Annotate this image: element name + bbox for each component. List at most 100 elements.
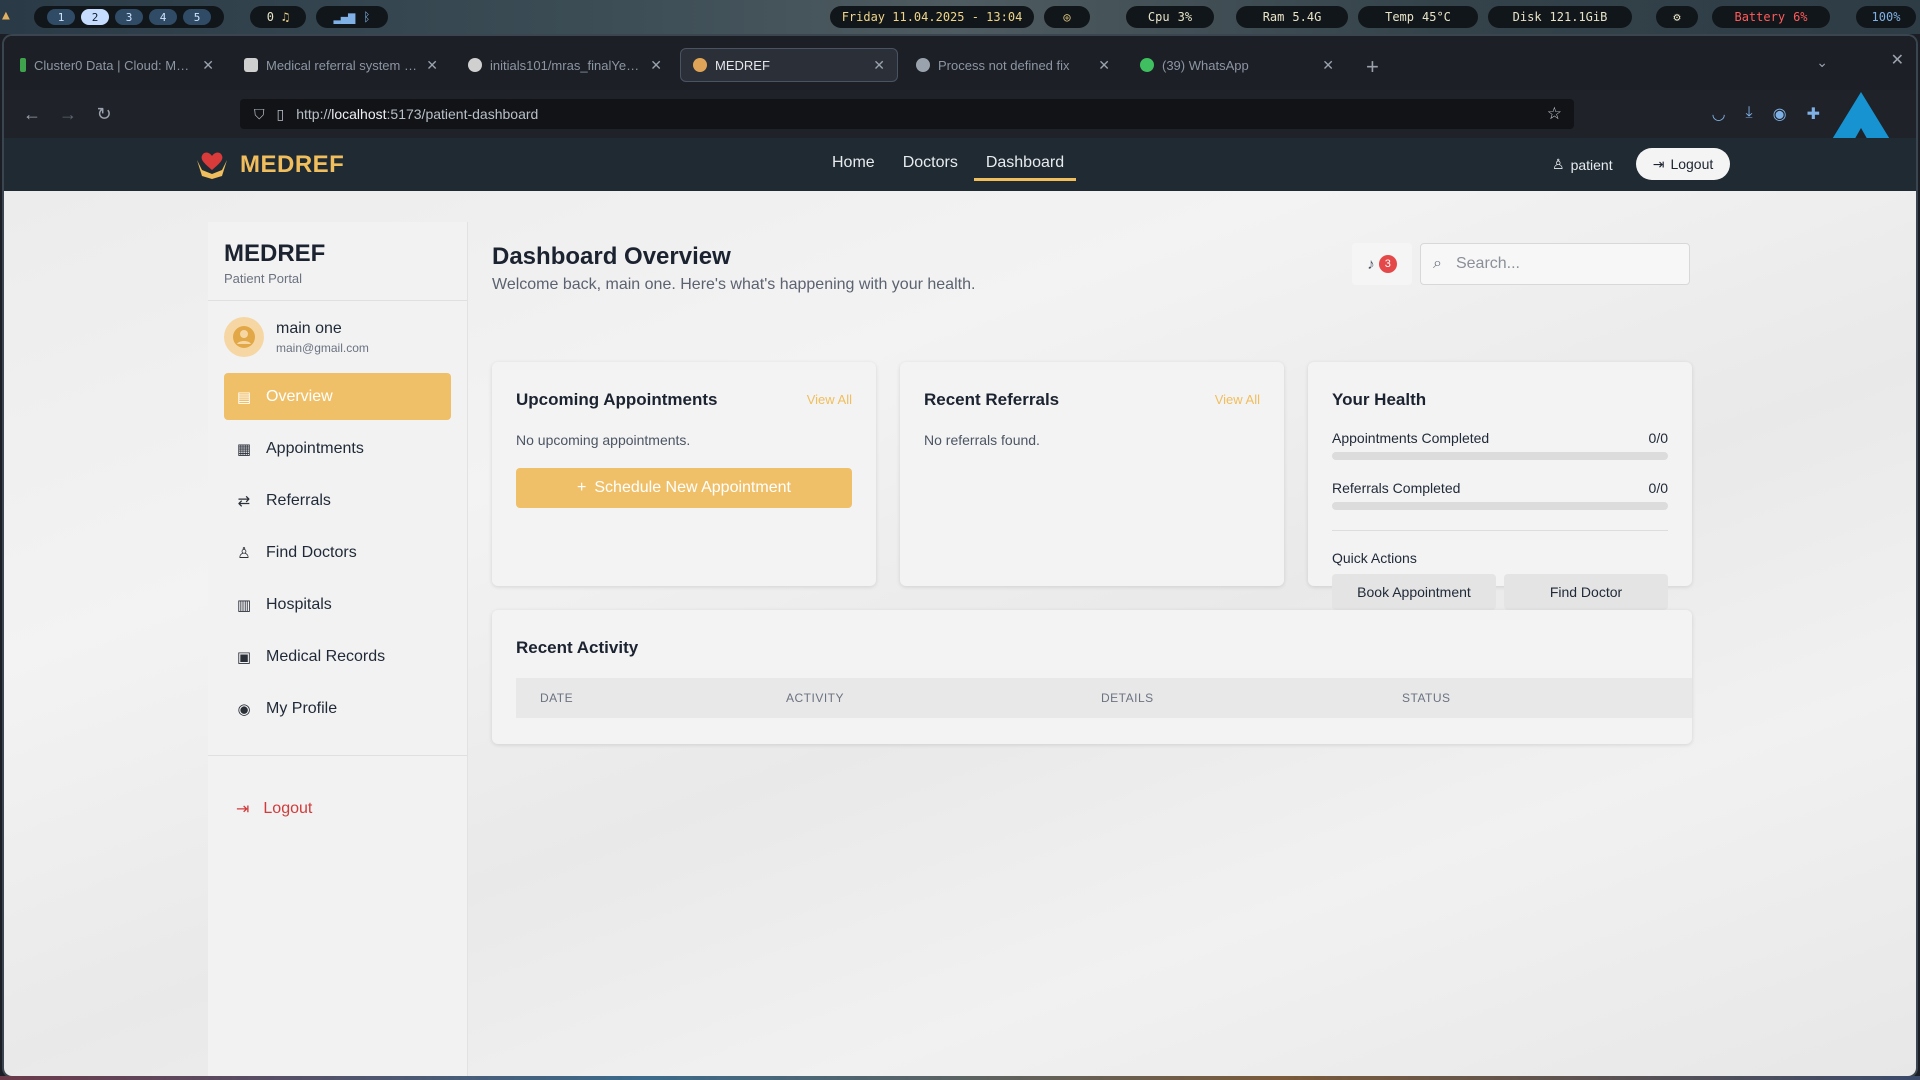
column-header-date[interactable]: DATE xyxy=(540,691,573,705)
sidebar-title: MEDREF xyxy=(224,240,326,267)
recent-referrals-card: Recent Referrals View All No referrals f… xyxy=(900,362,1284,586)
column-header-status[interactable]: STATUS xyxy=(1402,691,1451,705)
sign-out-icon: ⇥ xyxy=(236,800,250,818)
workspace-1[interactable]: 1 xyxy=(47,9,75,25)
search-input[interactable] xyxy=(1455,255,1656,273)
sidebar-item-label: Medical Records xyxy=(266,647,386,665)
bell-icon: ♪ xyxy=(1367,255,1375,273)
cpu-indicator: Cpu 3% xyxy=(1126,6,1214,28)
progress-bar xyxy=(1332,452,1668,460)
close-icon[interactable]: ✕ xyxy=(426,57,438,74)
datetime-text: Friday 11.04.2025 - 13:04 xyxy=(841,10,1023,24)
app-header: MEDREF Home Doctors Dashboard ♙ patient … xyxy=(4,138,1916,191)
sidebar-item-label: Appointments xyxy=(266,439,364,457)
volume-value: 100% xyxy=(1871,10,1901,24)
clock[interactable]: Friday 11.04.2025 - 13:04 xyxy=(830,6,1034,28)
sidebar-item-hospitals[interactable]: ▥ Hospitals xyxy=(224,581,451,628)
appointments-view-all-link[interactable]: View All xyxy=(807,392,852,407)
sidebar-item-my-profile[interactable]: ◉ My Profile xyxy=(224,685,451,732)
sidebar-item-find-doctors[interactable]: ♙ Find Doctors xyxy=(224,529,451,576)
sidebar-item-appointments[interactable]: ▦ Appointments xyxy=(224,425,451,472)
sidebar-item-overview[interactable]: ▤ Overview xyxy=(224,373,451,420)
pocket-icon[interactable]: ◡ xyxy=(1712,104,1726,124)
close-icon[interactable]: ✕ xyxy=(202,57,214,74)
workspace-4[interactable]: 4 xyxy=(149,9,177,25)
gear-icon: ⚙ xyxy=(1673,10,1681,24)
recent-activity-card: Recent Activity DATE ACTIVITY DETAILS ST… xyxy=(492,610,1692,744)
exchange-icon: ⇄ xyxy=(237,492,251,510)
tab-github[interactable]: initials101/mras_finalYear: T ✕ xyxy=(456,48,674,82)
medref-favicon-icon xyxy=(693,58,707,72)
arch-menu-icon[interactable]: ▲ xyxy=(2,8,10,23)
new-tab-button[interactable]: + xyxy=(1366,54,1379,80)
column-header-details[interactable]: DETAILS xyxy=(1101,691,1154,705)
sidebar-item-referrals[interactable]: ⇄ Referrals xyxy=(224,477,451,524)
page-content: MEDREF Patient Portal main one main@gmai… xyxy=(4,191,1916,1076)
close-icon[interactable]: ✕ xyxy=(1098,57,1110,74)
tab-list-chevron-icon[interactable]: ⌄ xyxy=(1816,54,1828,71)
calendar-icon: ▦ xyxy=(236,440,252,458)
bell-icon: ♫ xyxy=(282,10,290,24)
url-text[interactable]: http://localhost:5173/patient-dashboard xyxy=(296,106,538,122)
heart-hands-icon xyxy=(197,152,227,179)
volume-indicator[interactable]: 100% xyxy=(1856,6,1916,28)
find-doctor-button[interactable]: Find Doctor xyxy=(1504,574,1668,610)
temp-indicator: Temp 45°C xyxy=(1358,6,1478,28)
forward-icon[interactable]: → xyxy=(50,104,86,125)
plus-icon: + xyxy=(577,479,587,496)
reload-icon[interactable]: ↻ xyxy=(86,104,122,125)
account-icon[interactable]: ◉ xyxy=(1773,104,1787,124)
disk-indicator: Disk 121.1GiB xyxy=(1488,6,1632,28)
page-icon: ▯ xyxy=(276,105,285,122)
workspace-3[interactable]: 3 xyxy=(115,9,143,25)
user-email: main@gmail.com xyxy=(276,340,369,355)
notifications-button[interactable]: ♪ 3 xyxy=(1352,243,1412,285)
signal-icon: ▂▄▆ xyxy=(333,10,356,24)
workspace-2[interactable]: 2 xyxy=(81,9,109,25)
referrals-view-all-link[interactable]: View All xyxy=(1215,392,1260,407)
header-logout-button[interactable]: ⇥ Logout xyxy=(1636,148,1730,180)
card-title: Recent Referrals xyxy=(924,390,1060,409)
nav-dashboard[interactable]: Dashboard xyxy=(973,138,1077,181)
desktop-border xyxy=(0,1076,1920,1080)
shield-icon[interactable]: ⛉ xyxy=(254,106,265,123)
back-icon[interactable]: ← xyxy=(14,104,50,125)
nav-home[interactable]: Home xyxy=(820,138,887,191)
tab-drive-files[interactable]: Medical referral system files ✕ xyxy=(232,48,450,82)
close-icon[interactable]: ✕ xyxy=(650,57,662,74)
clipboard-icon: ▤ xyxy=(236,388,252,406)
page-title: Dashboard Overview xyxy=(492,243,731,270)
ram-label: Ram xyxy=(1262,10,1285,24)
sidebar-user: main one main@gmail.com xyxy=(208,301,467,373)
book-appointment-button[interactable]: Book Appointment xyxy=(1332,574,1496,610)
user-role-chip[interactable]: ♙ patient xyxy=(1552,156,1613,173)
sidebar-logout-button[interactable]: ⇥ Logout xyxy=(208,785,467,832)
tab-whatsapp[interactable]: (39) WhatsApp ✕ xyxy=(1128,48,1346,82)
nav-doctors[interactable]: Doctors xyxy=(891,138,970,191)
privacy-indicator[interactable]: ◎ xyxy=(1044,6,1090,28)
window-close-icon[interactable]: ✕ xyxy=(1891,50,1904,70)
tab-mongodb[interactable]: Cluster0 Data | Cloud: Mong ✕ xyxy=(8,48,226,82)
ram-value: 5.4G xyxy=(1292,10,1322,24)
browser-toolbar-icons: ◡ ⤓ ◉ ✚ xyxy=(1712,104,1820,124)
close-icon[interactable]: ✕ xyxy=(1322,57,1334,74)
sidebar: MEDREF Patient Portal main one main@gmai… xyxy=(208,222,468,1076)
workspace-5[interactable]: 5 xyxy=(183,9,211,25)
appointments-completed-row: Appointments Completed 0/0 xyxy=(1332,430,1668,460)
sidebar-item-medical-records[interactable]: ▣ Medical Records xyxy=(224,633,451,680)
settings-button[interactable]: ⚙ xyxy=(1656,6,1698,28)
url-bar[interactable]: ⛉ ▯ http://localhost:5173/patient-dashbo… xyxy=(240,99,1574,129)
sidebar-item-label: Find Doctors xyxy=(266,543,357,561)
close-icon[interactable]: ✕ xyxy=(873,57,885,74)
battery-indicator: Battery 6% xyxy=(1712,6,1830,28)
brand-logo[interactable]: MEDREF xyxy=(194,150,344,180)
network-indicator[interactable]: ▂▄▆ ᛒ xyxy=(316,6,388,28)
download-icon[interactable]: ⤓ xyxy=(1746,104,1753,124)
notification-counter[interactable]: 0 ♫ xyxy=(250,6,306,28)
bookmark-star-icon[interactable]: ☆ xyxy=(1547,104,1562,124)
schedule-appointment-button[interactable]: + Schedule New Appointment xyxy=(516,468,852,508)
tab-process-fix[interactable]: Process not defined fix ✕ xyxy=(904,48,1122,82)
column-header-activity[interactable]: ACTIVITY xyxy=(786,691,844,705)
tab-medref[interactable]: MEDREF ✕ xyxy=(680,48,898,82)
health-row-label: Referrals Completed xyxy=(1332,480,1461,496)
